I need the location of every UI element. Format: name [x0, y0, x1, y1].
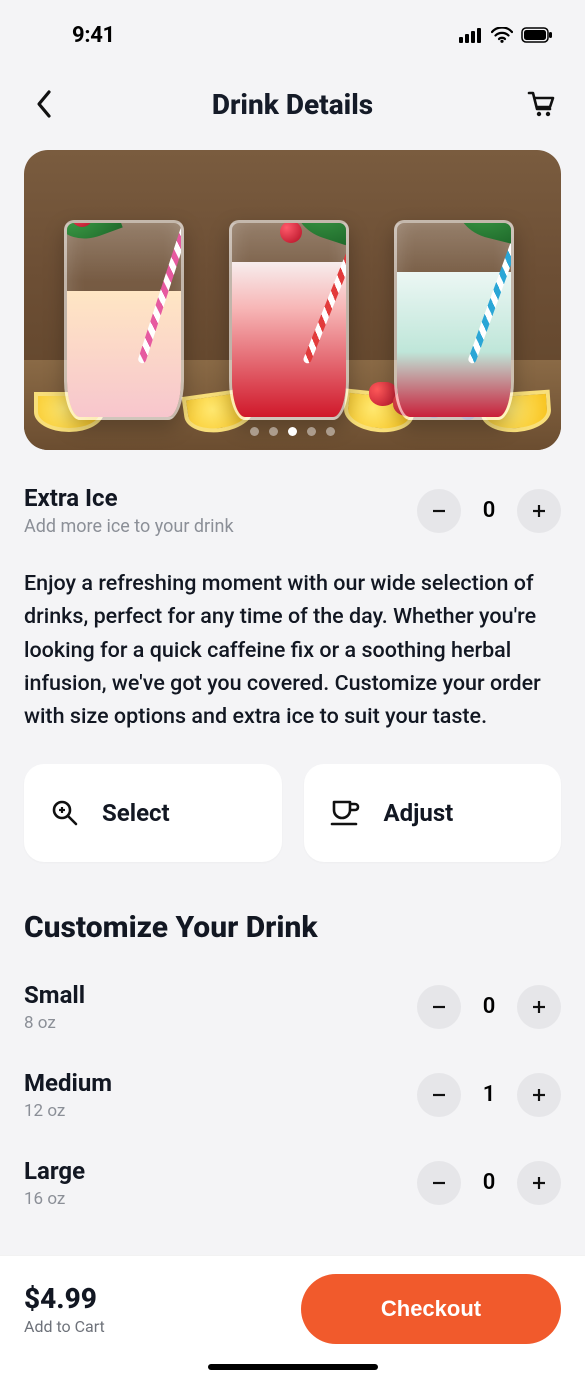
- size-value: 1: [479, 1082, 499, 1107]
- home-indicator: [208, 1364, 378, 1370]
- app-header: Drink Details: [0, 60, 585, 136]
- carousel-dot[interactable]: [269, 427, 278, 436]
- minus-icon: [430, 1086, 448, 1104]
- plus-icon: [530, 502, 548, 520]
- size-row: Medium 12 oz 1: [24, 1069, 561, 1121]
- product-image-carousel[interactable]: [24, 150, 561, 450]
- size-decrement[interactable]: [417, 1073, 461, 1117]
- size-detail: 12 oz: [24, 1101, 112, 1121]
- minus-icon: [430, 1174, 448, 1192]
- carousel-dot[interactable]: [307, 427, 316, 436]
- page-title: Drink Details: [64, 88, 521, 121]
- wifi-icon: [491, 27, 513, 43]
- carousel-dot[interactable]: [250, 427, 259, 436]
- extra-ice-subtitle: Add more ice to your drink: [24, 516, 234, 537]
- size-name: Large: [24, 1157, 85, 1185]
- adjust-label: Adjust: [384, 799, 454, 827]
- price-value: $4.99: [24, 1282, 105, 1315]
- size-increment[interactable]: [517, 1161, 561, 1205]
- size-increment[interactable]: [517, 1073, 561, 1117]
- extra-ice-value: 0: [479, 498, 499, 523]
- size-detail: 8 oz: [24, 1013, 85, 1033]
- plus-icon: [530, 998, 548, 1016]
- zoom-in-icon: [50, 798, 80, 828]
- size-row: Small 8 oz 0: [24, 981, 561, 1033]
- cart-icon: [526, 89, 556, 119]
- product-description: Enjoy a refreshing moment with our wide …: [24, 567, 561, 734]
- chevron-left-icon: [35, 89, 53, 119]
- minus-icon: [430, 502, 448, 520]
- extra-ice-title: Extra Ice: [24, 484, 234, 512]
- size-value: 0: [479, 1170, 499, 1195]
- size-name: Medium: [24, 1069, 112, 1097]
- size-stepper: 1: [417, 1073, 561, 1117]
- cup-icon: [330, 798, 362, 828]
- carousel-dot[interactable]: [288, 427, 297, 436]
- minus-icon: [430, 998, 448, 1016]
- size-decrement[interactable]: [417, 985, 461, 1029]
- status-time: 9:41: [72, 23, 115, 48]
- bottom-bar: $4.99 Add to Cart Checkout: [0, 1255, 585, 1380]
- extra-ice-row: Extra Ice Add more ice to your drink 0: [24, 484, 561, 537]
- size-decrement[interactable]: [417, 1161, 461, 1205]
- status-icons: [459, 27, 553, 43]
- size-stepper: 0: [417, 985, 561, 1029]
- select-button[interactable]: Select: [24, 764, 282, 862]
- customize-heading: Customize Your Drink: [24, 910, 561, 945]
- extra-ice-decrement[interactable]: [417, 489, 461, 533]
- signal-icon: [459, 27, 483, 43]
- status-bar: 9:41: [0, 0, 585, 60]
- size-detail: 16 oz: [24, 1189, 85, 1209]
- size-name: Small: [24, 981, 85, 1009]
- size-value: 0: [479, 994, 499, 1019]
- checkout-button[interactable]: Checkout: [301, 1274, 561, 1344]
- size-stepper: 0: [417, 1161, 561, 1205]
- size-increment[interactable]: [517, 985, 561, 1029]
- adjust-button[interactable]: Adjust: [304, 764, 562, 862]
- extra-ice-stepper: 0: [417, 489, 561, 533]
- price-subtext: Add to Cart: [24, 1317, 105, 1336]
- size-row: Large 16 oz 0: [24, 1157, 561, 1209]
- cart-button[interactable]: [521, 84, 561, 124]
- select-label: Select: [102, 799, 170, 827]
- plus-icon: [530, 1174, 548, 1192]
- carousel-dot[interactable]: [326, 427, 335, 436]
- extra-ice-increment[interactable]: [517, 489, 561, 533]
- back-button[interactable]: [24, 84, 64, 124]
- carousel-dots[interactable]: [24, 427, 561, 436]
- battery-icon: [521, 27, 553, 43]
- plus-icon: [530, 1086, 548, 1104]
